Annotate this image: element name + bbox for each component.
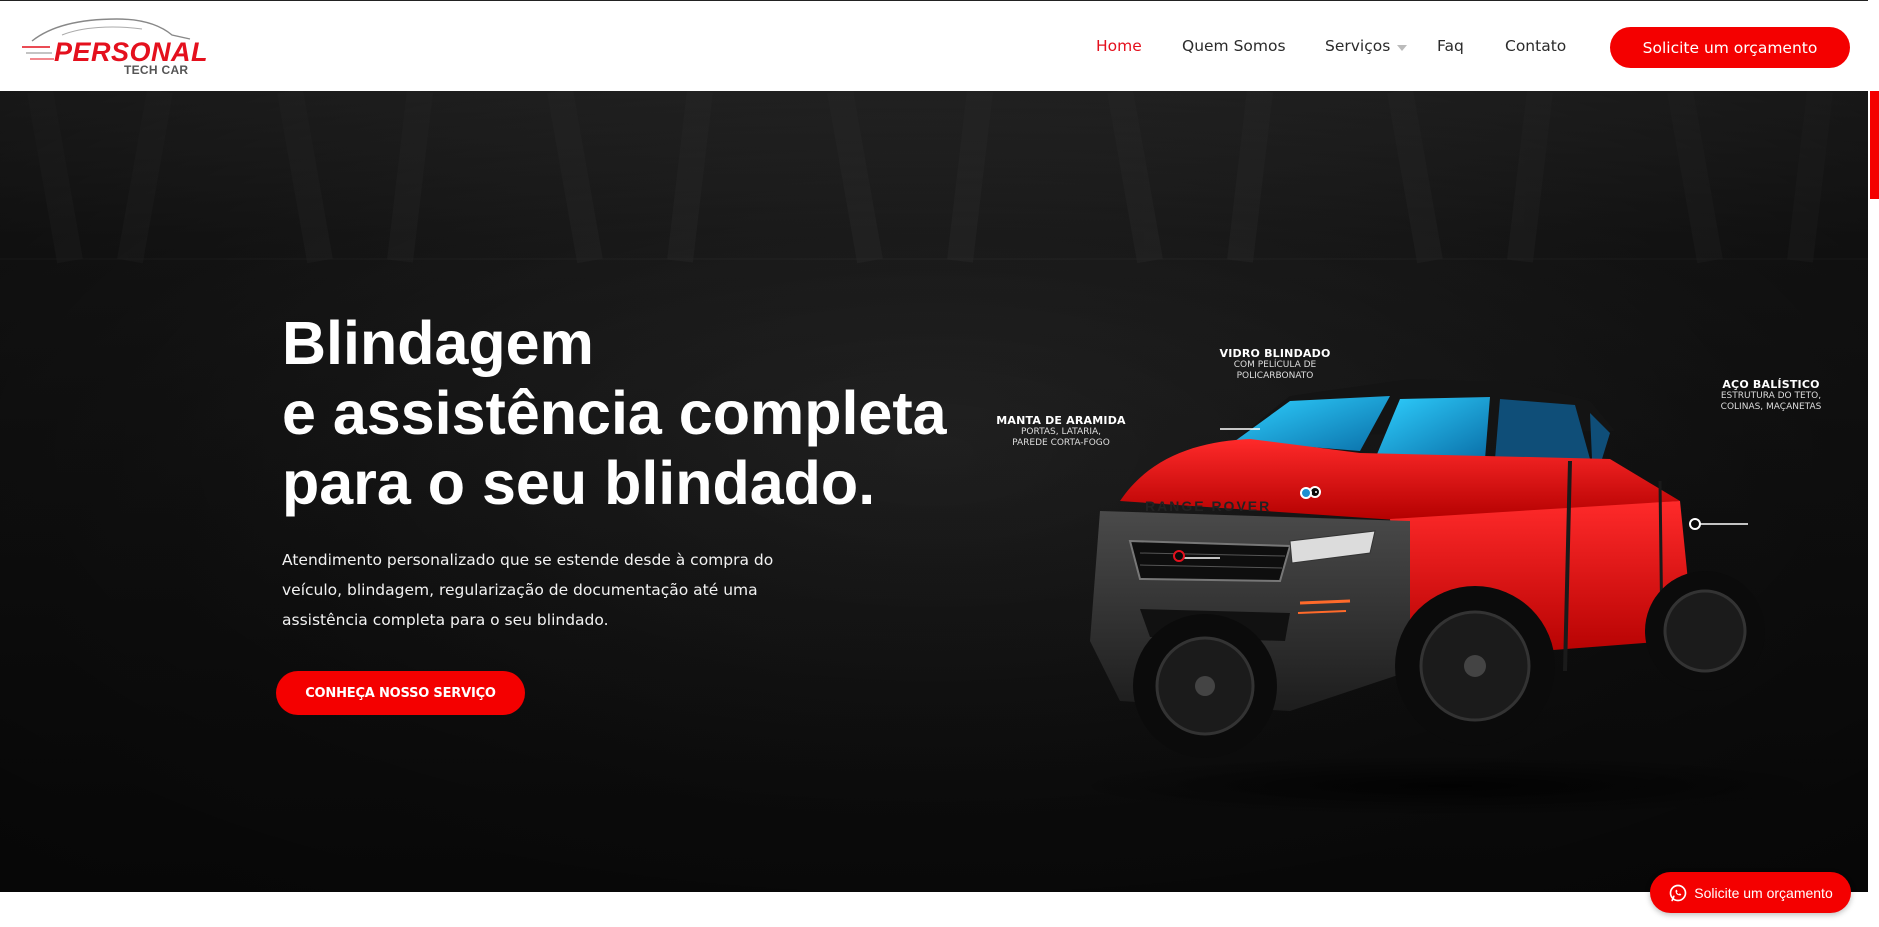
callout-title: AÇO BALÍSTICO	[1722, 378, 1820, 391]
armored-car-illustration: RANGE ROVER VIDRO BLINDADO COM PELÍCULA …	[990, 341, 1850, 821]
nav-item-home[interactable]: Home	[1096, 37, 1142, 55]
logo[interactable]: PERSONAL TECH CAR	[22, 15, 208, 77]
callout-subtitle: COM PELÍCULA DE	[1233, 360, 1317, 370]
logo-subtitle: TECH CAR	[124, 63, 189, 77]
callout-title: MANTA DE ARAMIDA	[996, 414, 1126, 427]
callout-subtitle: POLICARBONATO	[1236, 371, 1314, 381]
chevron-down-icon[interactable]	[1397, 45, 1407, 51]
hero-description-line: veículo, blindagem, regularização de doc…	[282, 581, 758, 599]
hero-title-line: Blindagem	[282, 309, 594, 377]
hero-title: Blindagem e assistência completa para o …	[282, 308, 1042, 518]
scrollbar-thumb[interactable]	[1870, 91, 1879, 199]
nav-item-servicos[interactable]: Serviços	[1325, 37, 1390, 55]
car-image: RANGE ROVER	[1070, 379, 1830, 816]
whatsapp-icon	[1669, 884, 1687, 901]
whatsapp-button-label: Solicite um orçamento	[1694, 884, 1833, 901]
hero-description: Atendimento personalizado que se estende…	[282, 545, 802, 635]
nav-item-quem-somos[interactable]: Quem Somos	[1182, 37, 1286, 55]
discover-service-button[interactable]: CONHEÇA NOSSO SERVIÇO	[276, 671, 525, 715]
whatsapp-quote-button[interactable]: Solicite um orçamento	[1650, 872, 1851, 913]
callout-glass: VIDRO BLINDADO COM PELÍCULA DE POLICARBO…	[1190, 347, 1360, 382]
hero-section: Blindagem e assistência completa para o …	[0, 91, 1868, 892]
hero-description-line: assistência completa para o seu blindado…	[282, 611, 609, 629]
request-quote-button[interactable]: Solicite um orçamento	[1610, 27, 1850, 68]
callout-title: VIDRO BLINDADO	[1219, 347, 1331, 360]
callout-subtitle: PORTAS, LATARIA,	[1020, 427, 1102, 437]
callout-subtitle: ESTRUTURA DO TETO,	[1720, 391, 1822, 401]
car-badge: RANGE ROVER	[1145, 498, 1271, 514]
callout-subtitle: COLINAS, MAÇANETAS	[1720, 402, 1822, 412]
callout-steel: AÇO BALÍSTICO ESTRUTURA DO TETO, COLINAS…	[1706, 378, 1836, 413]
callout-aramid: MANTA DE ARAMIDA PORTAS, LATARIA, PAREDE…	[996, 414, 1126, 449]
hero-description-line: Atendimento personalizado que se estende…	[282, 551, 774, 569]
nav-item-faq[interactable]: Faq	[1437, 37, 1464, 55]
site-header: PERSONAL TECH CAR Home Quem Somos Serviç…	[0, 0, 1868, 91]
nav-item-contato[interactable]: Contato	[1505, 37, 1566, 55]
hero-title-line: para o seu blindado.	[282, 449, 876, 517]
callout-subtitle: PAREDE CORTA-FOGO	[1012, 438, 1110, 448]
hero-title-line: e assistência completa	[282, 379, 947, 447]
